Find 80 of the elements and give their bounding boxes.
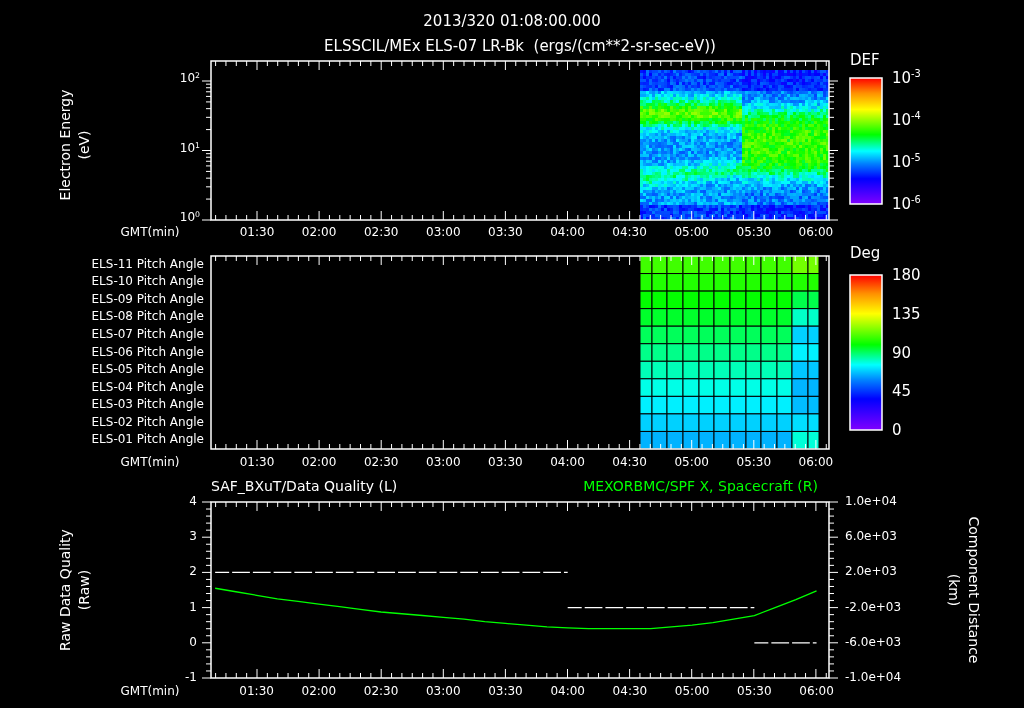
channel-label: ELS-08 Pitch Angle	[91, 310, 204, 324]
axis-label: GMT(min)	[120, 456, 180, 470]
colorbar-label: 10$^{-6}$	[892, 195, 921, 213]
legend-label: SAF_BXuT/Data Quality (L)	[211, 479, 398, 495]
colorbar-label: 90	[892, 344, 912, 361]
axis-label: (eV)	[77, 130, 93, 160]
tick-label: -1.0e+04	[845, 671, 902, 685]
channel-label: ELS-11 Pitch Angle	[91, 258, 204, 272]
tick-label: 04:30	[612, 456, 647, 470]
tick-label: 03:30	[488, 456, 523, 470]
tick-label: 3	[189, 530, 197, 544]
tick-label: 02:30	[363, 685, 399, 699]
tick-label: -6.0e+03	[845, 636, 902, 650]
tick-label: 04:00	[550, 685, 585, 699]
channel-label: ELS-07 Pitch Angle	[91, 328, 204, 342]
tick-label: 05:30	[737, 685, 772, 699]
tick-label: 01:30	[239, 226, 275, 240]
colorbar-label: 45	[892, 383, 912, 400]
tick-label: 05:30	[736, 226, 772, 240]
tick-label: 6.0e+03	[845, 530, 897, 544]
channel-label: ELS-03 Pitch Angle	[91, 398, 204, 412]
tick-label: 05:00	[674, 226, 709, 240]
legend-label: MEXORBMC/SPF X, Spacecraft (R)	[583, 479, 818, 495]
tick-label: 03:30	[488, 226, 523, 240]
colorbar-label: 0	[892, 421, 902, 439]
tick-label: 02:30	[363, 226, 399, 240]
tick-label: 04:00	[550, 456, 585, 470]
tick-label: 02:30	[363, 456, 399, 470]
axis-label: GMT(min)	[120, 685, 180, 699]
tick-label: 01:30	[239, 685, 274, 699]
tick-label: 04:30	[612, 685, 648, 699]
tick-label: 03:30	[488, 685, 523, 699]
colorbar-label: 180	[892, 266, 921, 284]
colorbar-title: DEF	[850, 51, 880, 69]
axis-label: (km)	[945, 573, 961, 607]
colorbar-title: Deg	[850, 244, 881, 262]
tick-label: 06:00	[798, 226, 834, 240]
tick-label: 1	[189, 601, 197, 615]
colorbar-label: 10$^{-4}$	[892, 111, 921, 129]
axis-label: Raw Data Quality	[58, 529, 74, 651]
tick-label: 2.0e+03	[845, 565, 897, 579]
axis-label: Component Distance	[965, 516, 981, 664]
tick-label: 05:00	[674, 456, 709, 470]
tick-label: 4	[189, 495, 197, 509]
tick-label: 10$^{2}$	[179, 72, 200, 86]
channel-label: ELS-02 Pitch Angle	[91, 416, 204, 430]
tick-label: 2	[189, 565, 197, 579]
tick-label: -2.0e+03	[845, 601, 902, 615]
channel-label: ELS-09 Pitch Angle	[91, 293, 204, 307]
tick-label: 06:00	[798, 456, 834, 470]
tick-label: 03:00	[426, 456, 461, 470]
channel-label: ELS-06 Pitch Angle	[91, 345, 204, 360]
axis-label: Electron Energy	[58, 89, 74, 201]
tick-label: 1.0e+04	[845, 495, 897, 509]
colorbar-label: 10$^{-5}$	[892, 153, 921, 171]
tick-label: 04:00	[550, 226, 585, 240]
tick-label: 10$^{1}$	[179, 141, 200, 156]
tick-label: 02:00	[301, 685, 337, 699]
tick-label: 06:00	[799, 685, 834, 699]
tick-label: 03:00	[425, 685, 461, 699]
plot-title: ELSSCIL/MEx ELS-07 LR-Bk (ergs/(cm**2-sr-sec-eV))	[324, 37, 716, 55]
tick-label: 0	[189, 636, 197, 650]
axis-label: GMT(min)	[120, 226, 180, 240]
tick-label: 05:30	[736, 456, 772, 470]
tick-label: 01:30	[239, 456, 275, 470]
channel-label: ELS-04 Pitch Angle	[91, 381, 204, 395]
colorbar-label: 135	[892, 305, 921, 322]
tick-label: 10$^{0}$	[179, 211, 200, 225]
channel-label: ELS-10 Pitch Angle	[91, 275, 204, 289]
axis-label: (Raw)	[77, 569, 93, 611]
tick-label: 04:30	[612, 226, 647, 240]
colorbar-label: 10$^{-3}$	[892, 69, 921, 87]
tick-label: -1	[185, 671, 197, 685]
tick-label: 02:00	[301, 456, 337, 470]
tick-label: 05:00	[674, 685, 710, 699]
channel-label: ELS-01 Pitch Angle	[91, 433, 204, 447]
tick-label: 03:00	[426, 226, 461, 240]
channel-label: ELS-05 Pitch Angle	[91, 363, 204, 377]
tick-label: 02:00	[301, 226, 337, 240]
plot-title: 2013/320 01:08:00.000	[423, 12, 601, 30]
